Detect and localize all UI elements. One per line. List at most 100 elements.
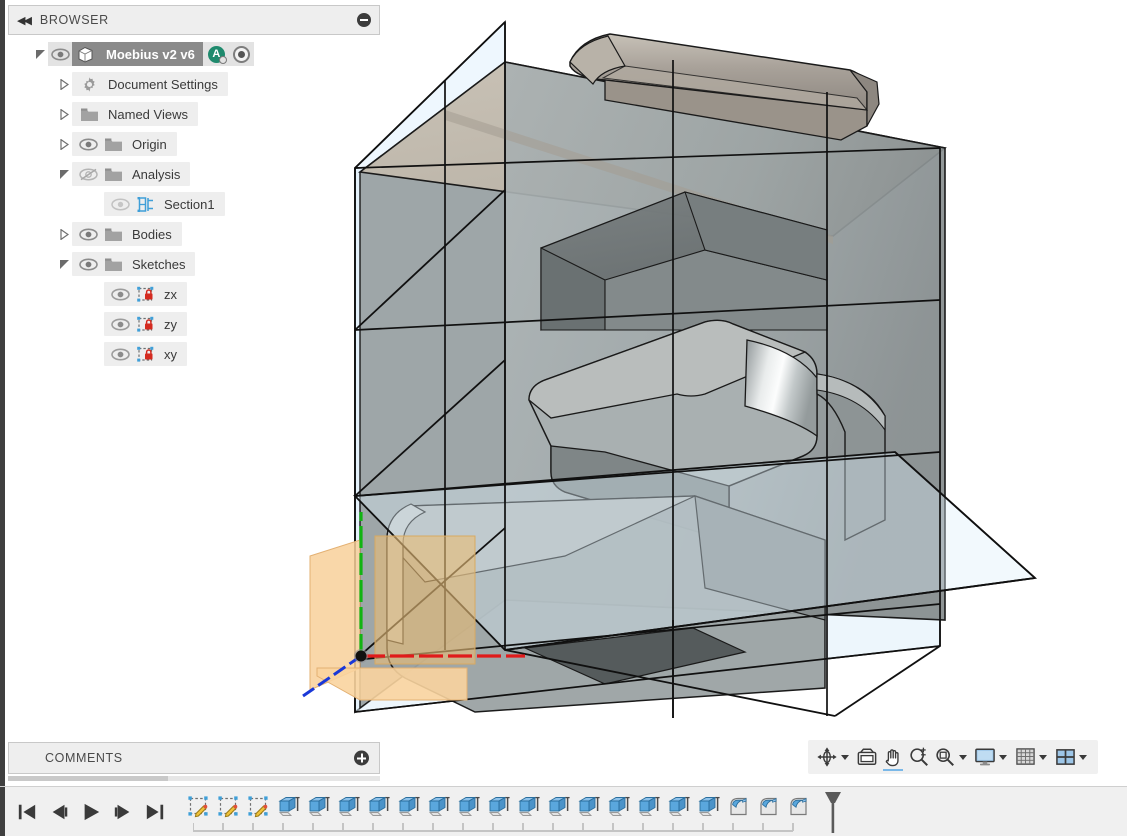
zoom-window-dropdown-caret[interactable] bbox=[959, 755, 967, 760]
timeline-extrude-12[interactable] bbox=[604, 790, 634, 824]
grid-snap-icon[interactable] bbox=[1012, 742, 1038, 772]
tree-label-section1: Section1 bbox=[164, 197, 215, 212]
eye-visible-icon[interactable] bbox=[108, 312, 132, 336]
orbit-icon[interactable] bbox=[814, 742, 840, 772]
browser-scrollbar-thumb[interactable] bbox=[8, 776, 168, 781]
twisty-analysis[interactable] bbox=[56, 159, 72, 189]
timeline-sketch-3[interactable] bbox=[244, 790, 274, 824]
tree-row-sketches[interactable]: Sketches bbox=[8, 249, 380, 279]
folder-icon bbox=[100, 222, 126, 246]
folder-icon bbox=[100, 132, 126, 156]
timeline-extrude-4[interactable] bbox=[364, 790, 394, 824]
twisty-document-settings[interactable] bbox=[56, 69, 72, 99]
twisty-sketches[interactable] bbox=[56, 249, 72, 279]
tree-row-sketch-xy[interactable]: xy bbox=[8, 339, 380, 369]
twisty-named-views[interactable] bbox=[56, 99, 72, 129]
step-back-icon[interactable] bbox=[44, 795, 74, 829]
folder-icon bbox=[76, 102, 102, 126]
component-cube-icon bbox=[72, 42, 98, 66]
radio-active-icon[interactable] bbox=[233, 46, 250, 63]
tree-row-section1[interactable]: Section1 bbox=[8, 189, 380, 219]
timeline-extrude-11[interactable] bbox=[574, 790, 604, 824]
timeline-extrude-6[interactable] bbox=[424, 790, 454, 824]
step-forward-icon[interactable] bbox=[108, 795, 138, 829]
tree-row-root[interactable]: Moebius v2 v6 A bbox=[8, 39, 380, 69]
plus-icon[interactable] bbox=[354, 751, 369, 766]
tree-row-bodies[interactable]: Bodies bbox=[8, 219, 380, 249]
minus-icon[interactable] bbox=[357, 13, 371, 27]
timeline-extrude-13[interactable] bbox=[634, 790, 664, 824]
viewport-layout-dropdown-caret[interactable] bbox=[1079, 755, 1087, 760]
comments-panel[interactable]: COMMENTS bbox=[8, 742, 380, 774]
timeline-left-edge bbox=[0, 787, 5, 836]
timeline-extrude-5[interactable] bbox=[394, 790, 424, 824]
tree-label-analysis: Analysis bbox=[132, 167, 180, 182]
play-icon[interactable] bbox=[76, 795, 106, 829]
timeline-extrude-2[interactable] bbox=[304, 790, 334, 824]
tree-label-sketches: Sketches bbox=[132, 257, 185, 272]
timeline-fillet-3[interactable] bbox=[784, 790, 814, 824]
origin-point bbox=[356, 651, 367, 662]
tree-row-sketch-zx[interactable]: zx bbox=[8, 279, 380, 309]
timeline-extrude-10[interactable] bbox=[544, 790, 574, 824]
go-to-beginning-icon[interactable] bbox=[12, 795, 42, 829]
timeline-sketch-2[interactable] bbox=[214, 790, 244, 824]
collapse-left-icon[interactable]: ◀◀ bbox=[17, 14, 30, 27]
timeline-fillet-2[interactable] bbox=[754, 790, 784, 824]
twisty-origin[interactable] bbox=[56, 129, 72, 159]
look-at-icon[interactable] bbox=[854, 742, 880, 772]
navigation-bar bbox=[808, 740, 1098, 774]
twisty-root[interactable] bbox=[32, 39, 48, 69]
timeline-playback-controls bbox=[12, 795, 170, 829]
sketch-locked-icon bbox=[132, 342, 158, 366]
eye-hidden-icon[interactable] bbox=[108, 192, 132, 216]
root-component-label: Moebius v2 v6 bbox=[98, 42, 203, 66]
eye-hidden-icon[interactable] bbox=[76, 162, 100, 186]
pan-hand-icon[interactable] bbox=[880, 742, 906, 772]
go-to-end-icon[interactable] bbox=[140, 795, 170, 829]
comments-title: COMMENTS bbox=[45, 751, 123, 765]
tree-row-origin[interactable]: Origin bbox=[8, 129, 380, 159]
timeline-extrude-14[interactable] bbox=[664, 790, 694, 824]
timeline-extrude-8[interactable] bbox=[484, 790, 514, 824]
tree-label-origin: Origin bbox=[132, 137, 167, 152]
grid-snap-dropdown-caret[interactable] bbox=[1039, 755, 1047, 760]
eye-visible-icon[interactable] bbox=[48, 42, 72, 66]
eye-visible-icon[interactable] bbox=[76, 132, 100, 156]
folder-icon bbox=[100, 162, 126, 186]
folder-icon bbox=[100, 252, 126, 276]
display-settings-icon[interactable] bbox=[972, 742, 998, 772]
timeline-playhead[interactable] bbox=[824, 790, 842, 834]
browser-scrollbar[interactable] bbox=[8, 776, 380, 781]
viewport-layout-icon[interactable] bbox=[1052, 742, 1078, 772]
zoom-window-icon[interactable] bbox=[932, 742, 958, 772]
timeline-sketch-1[interactable] bbox=[184, 790, 214, 824]
tree-label-sketch-xy: xy bbox=[164, 347, 177, 362]
twisty-bodies[interactable] bbox=[56, 219, 72, 249]
tree-row-named-views[interactable]: Named Views bbox=[8, 99, 380, 129]
gear-icon bbox=[76, 72, 102, 96]
component-badge-a[interactable]: A bbox=[208, 46, 225, 63]
eye-visible-icon[interactable] bbox=[76, 222, 100, 246]
tree-row-sketch-zy[interactable]: zy bbox=[8, 309, 380, 339]
tree-row-analysis[interactable]: Analysis bbox=[8, 159, 380, 189]
tree-label-document-settings: Document Settings bbox=[108, 77, 218, 92]
timeline-extrude-1[interactable] bbox=[274, 790, 304, 824]
orbit-dropdown-caret[interactable] bbox=[841, 755, 849, 760]
browser-panel: ◀◀ BROWSER Moebius v2 v6 A bbox=[8, 5, 380, 369]
browser-tree: Moebius v2 v6 A Document Settings bbox=[8, 35, 380, 369]
timeline-extrude-9[interactable] bbox=[514, 790, 544, 824]
timeline-extrude-7[interactable] bbox=[454, 790, 484, 824]
timeline-extrude-3[interactable] bbox=[334, 790, 364, 824]
timeline-extrude-15[interactable] bbox=[694, 790, 724, 824]
sketch-locked-icon bbox=[132, 312, 158, 336]
zoom-icon[interactable] bbox=[906, 742, 932, 772]
display-settings-dropdown-caret[interactable] bbox=[999, 755, 1007, 760]
eye-visible-icon[interactable] bbox=[108, 282, 132, 306]
browser-header: ◀◀ BROWSER bbox=[8, 5, 380, 35]
eye-visible-icon[interactable] bbox=[108, 342, 132, 366]
eye-visible-icon[interactable] bbox=[76, 252, 100, 276]
timeline-fillet-1[interactable] bbox=[724, 790, 754, 824]
timeline-track bbox=[193, 823, 833, 833]
tree-row-document-settings[interactable]: Document Settings bbox=[8, 69, 380, 99]
